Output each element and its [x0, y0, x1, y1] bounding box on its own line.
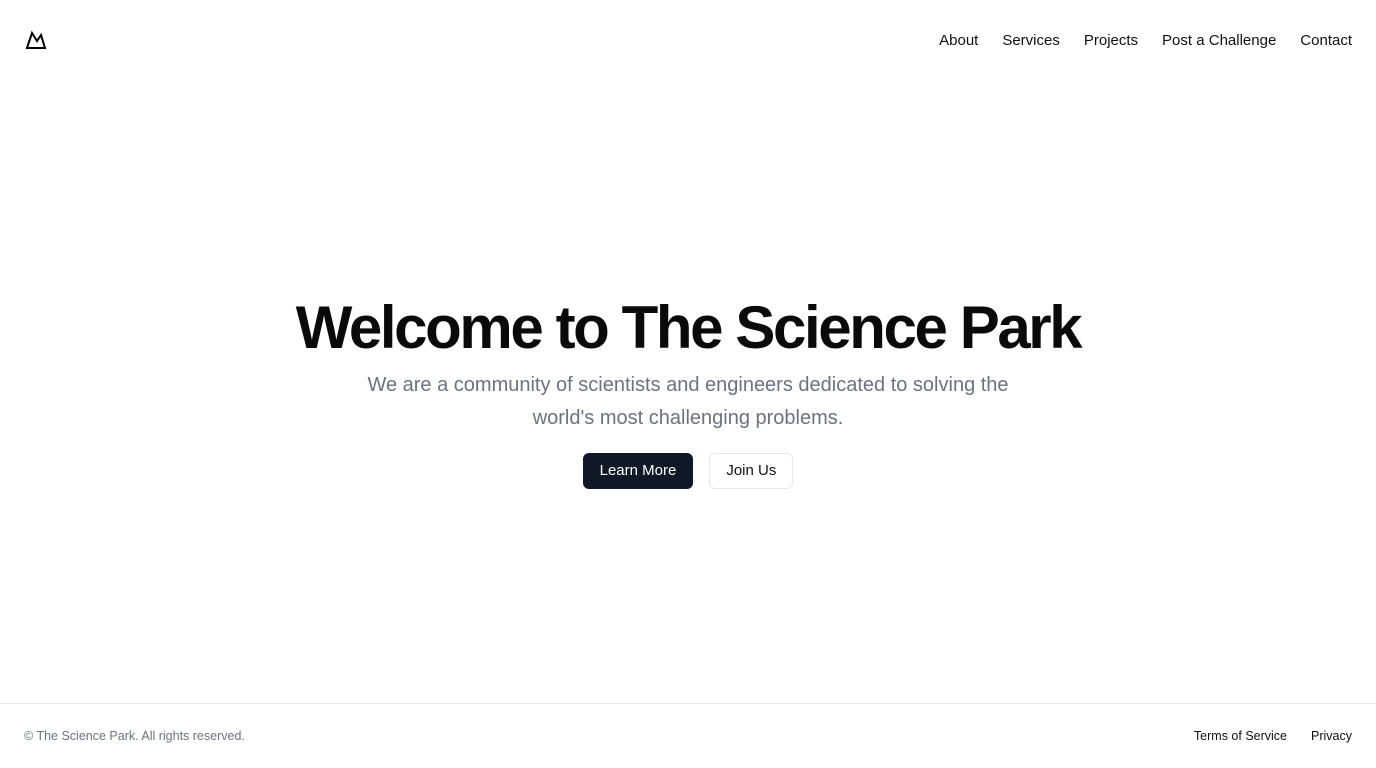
copyright-text: © The Science Park. All rights reserved. [24, 729, 245, 743]
nav-link-projects[interactable]: Projects [1084, 32, 1138, 49]
join-us-button[interactable]: Join Us [709, 452, 794, 489]
hero-section: Welcome to The Science Park We are a com… [0, 80, 1376, 703]
hero-actions: Learn More Join Us [582, 452, 794, 489]
nav-link-services[interactable]: Services [1002, 32, 1060, 49]
hero-title: Welcome to The Science Park [295, 293, 1083, 361]
site-header: About Services Projects Post a Challenge… [0, 0, 1376, 80]
footer-nav: Terms of Service Privacy [1194, 729, 1352, 743]
learn-more-button[interactable]: Learn More [582, 452, 694, 489]
privacy-link[interactable]: Privacy [1311, 729, 1352, 743]
nav-link-contact[interactable]: Contact [1300, 32, 1352, 49]
logo-link[interactable] [24, 28, 48, 52]
nav-link-post-a-challenge[interactable]: Post a Challenge [1162, 32, 1276, 49]
nav-link-about[interactable]: About [939, 32, 978, 49]
mountain-icon [25, 30, 47, 49]
hero-subtitle: We are a community of scientists and eng… [367, 373, 1009, 429]
site-footer: © The Science Park. All rights reserved.… [0, 703, 1376, 768]
main-nav: About Services Projects Post a Challenge… [939, 32, 1352, 49]
page: About Services Projects Post a Challenge… [0, 0, 1376, 768]
terms-of-service-link[interactable]: Terms of Service [1194, 729, 1287, 743]
